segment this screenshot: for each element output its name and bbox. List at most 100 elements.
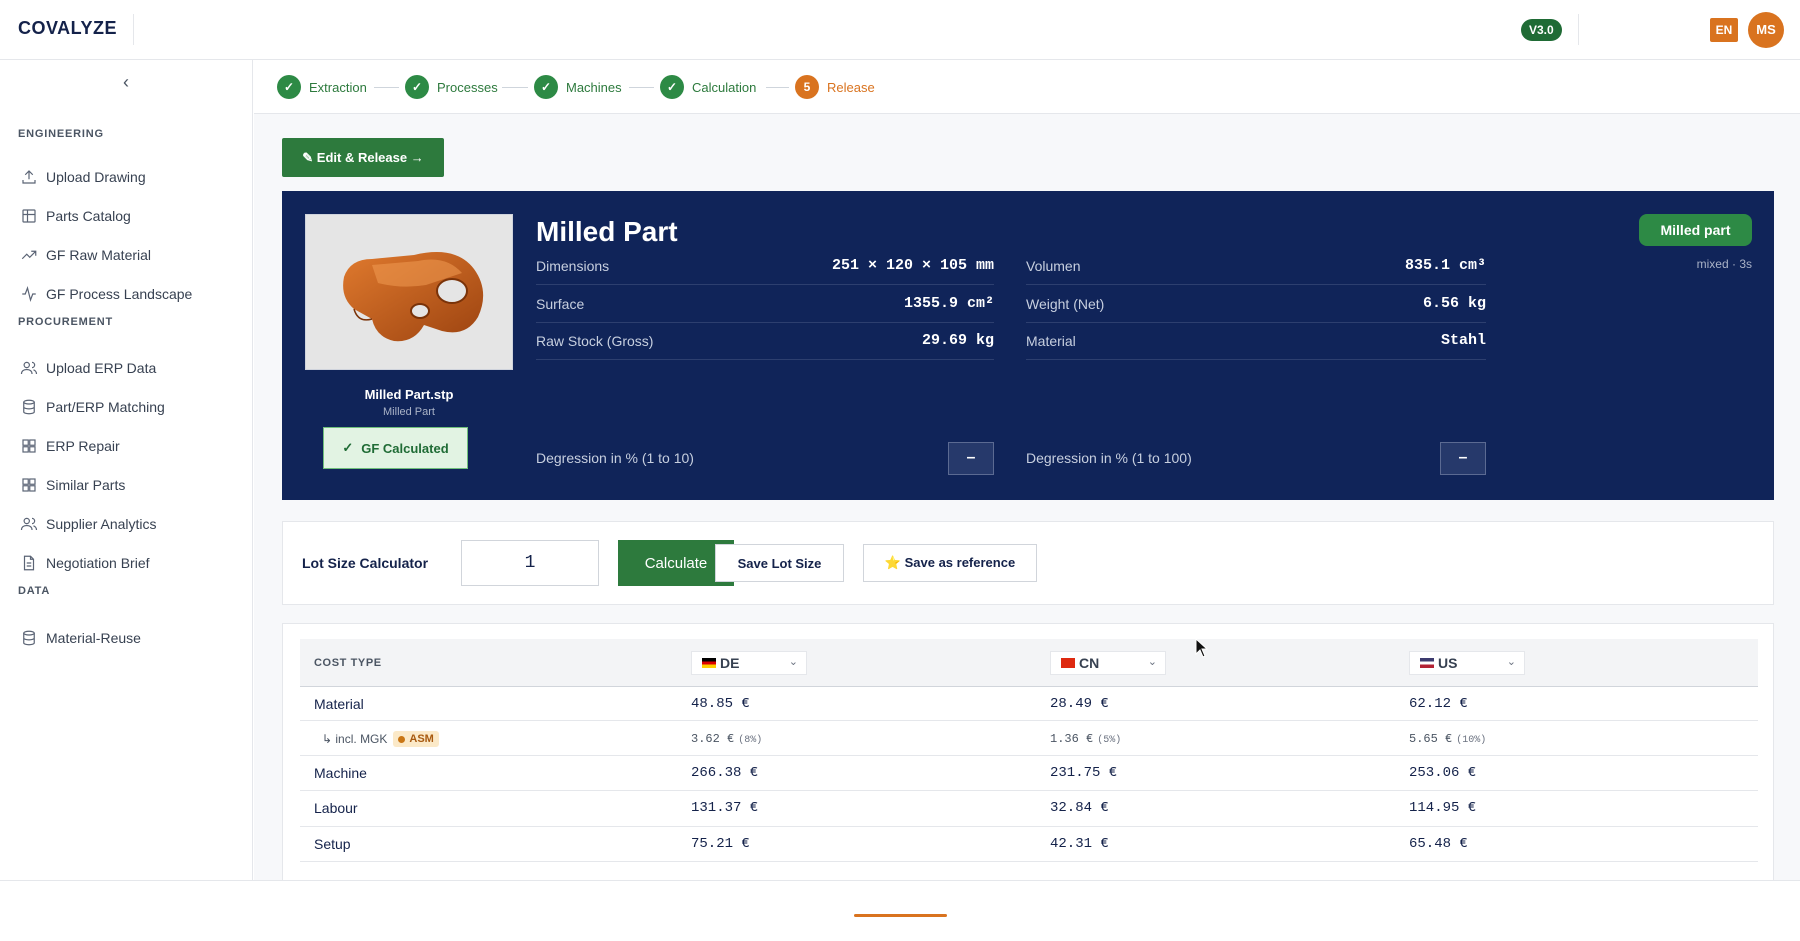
save-lot-size-button[interactable]: Save Lot Size xyxy=(715,544,844,582)
cost-type-text: Machine xyxy=(314,765,367,781)
step-connector xyxy=(629,87,654,88)
step-number-badge: 5 xyxy=(795,75,819,99)
drawer-handle[interactable] xyxy=(854,914,947,917)
cost-value: 1.36 € (5%) xyxy=(1050,732,1121,746)
gf-status-label: GF Calculated xyxy=(361,440,449,456)
cost-table-header: COST TYPE DE ⌄ CN ⌄ US ⌄ xyxy=(300,639,1758,687)
asm-badge-label: ASM xyxy=(409,733,434,745)
property-value: 1355.9 cm² xyxy=(903,295,994,312)
bottom-bar xyxy=(0,880,1800,941)
step-machines[interactable]: ✓ Machines xyxy=(534,75,622,99)
cost-row-setup: Setup 75.21 € 42.31 € 65.48 € xyxy=(300,827,1758,862)
logo-divider xyxy=(133,14,134,45)
sidebar-item-gf-process-landscape[interactable]: GF Process Landscape xyxy=(12,278,240,310)
country-select-us[interactable]: US ⌄ xyxy=(1409,651,1525,675)
cost-type-label: ↳ incl. MGK ASM xyxy=(322,731,439,747)
gf-calculated-badge: ✓ GF Calculated xyxy=(323,427,468,469)
collapse-sidebar-icon[interactable]: ‹ xyxy=(118,72,134,92)
property-row: Material Stahl xyxy=(1026,322,1486,360)
sidebar-item-similar-parts[interactable]: Similar Parts xyxy=(12,469,240,501)
lot-size-input[interactable] xyxy=(461,540,599,586)
part-3d-render xyxy=(343,252,484,342)
country-code: DE xyxy=(720,655,740,671)
cost-amount: 231.75 € xyxy=(1050,765,1118,781)
sidebar-item-material-reuse[interactable]: Material-Reuse xyxy=(12,622,240,654)
edit-release-button[interactable]: ✎ Edit & Release → xyxy=(282,138,444,177)
cost-percentage: (10%) xyxy=(1456,735,1487,746)
flag-icon xyxy=(1420,658,1434,668)
sidebar-item-supplier-analytics[interactable]: Supplier Analytics xyxy=(12,508,240,540)
flag-icon xyxy=(1061,658,1075,668)
sidebar-item-upload-drawing[interactable]: Upload Drawing xyxy=(12,161,240,193)
cost-value: 3.62 € (8%) xyxy=(691,732,762,746)
step-connector xyxy=(766,87,789,88)
top-bar: COVALYZE V3.0 EN MS xyxy=(0,0,1800,60)
property-label: Material xyxy=(1026,332,1076,349)
part-thumbnail[interactable] xyxy=(305,214,513,370)
sidebar-item-label: Material-Reuse xyxy=(46,630,141,646)
cost-row-machine: Machine 266.38 € 231.75 € 253.06 € xyxy=(300,756,1758,791)
degression-large-label: Degression in % (1 to 100) xyxy=(1026,450,1192,466)
property-label: Weight (Net) xyxy=(1026,295,1105,312)
cost-amount: 266.38 € xyxy=(691,765,759,781)
cost-value: 253.06 € xyxy=(1409,765,1476,781)
step-release[interactable]: 5 Release xyxy=(795,75,875,99)
grid-icon xyxy=(12,437,46,455)
sidebar-item-erp-repair[interactable]: ERP Repair xyxy=(12,430,240,462)
property-row: Surface 1355.9 cm² xyxy=(536,285,994,323)
property-value: 251 × 120 × 105 mm xyxy=(831,257,994,274)
trending-icon xyxy=(12,246,46,264)
step-connector xyxy=(374,87,399,88)
step-extraction[interactable]: ✓ Extraction xyxy=(277,75,367,99)
chevron-down-icon: ⌄ xyxy=(788,656,798,668)
step-calculation[interactable]: ✓ Calculation xyxy=(660,75,756,99)
step-label: Extraction xyxy=(309,79,367,95)
property-row: Volumen 835.1 cm³ xyxy=(1026,247,1486,285)
cost-amount: 75.21 € xyxy=(691,836,750,852)
activity-icon xyxy=(12,285,46,303)
cost-value: 48.85 € xyxy=(691,696,750,712)
mouse-cursor-icon xyxy=(1195,638,1209,658)
sidebar-item-part-erp-matching[interactable]: Part/ERP Matching xyxy=(12,391,240,423)
lot-size-calculator: Lot Size Calculator Calculate Save Lot S… xyxy=(282,521,1774,605)
step-processes[interactable]: ✓ Processes xyxy=(405,75,498,99)
degression-large-row: Degression in % (1 to 100) – xyxy=(1026,441,1486,475)
property-label: Dimensions xyxy=(536,257,610,274)
language-button[interactable]: EN xyxy=(1710,18,1738,42)
users-icon xyxy=(12,359,46,377)
cost-value: 114.95 € xyxy=(1409,800,1476,816)
degression-small-toggle[interactable]: – xyxy=(948,441,994,475)
chevron-down-icon: ⌄ xyxy=(1506,656,1516,668)
sidebar-item-label: ERP Repair xyxy=(46,438,120,454)
check-icon: ✓ xyxy=(534,75,558,99)
property-label: Raw Stock (Gross) xyxy=(536,332,654,349)
cost-value: 266.38 € xyxy=(691,765,758,781)
cost-amount: 32.84 € xyxy=(1050,800,1109,816)
save-as-reference-button[interactable]: ⭐ Save as reference xyxy=(863,544,1037,582)
sidebar-item-negotiation-brief[interactable]: Negotiation Brief xyxy=(12,547,240,579)
file-subtitle: Milled Part xyxy=(383,406,435,418)
check-icon: ✓ xyxy=(277,75,301,99)
sidebar-item-gf-raw-material[interactable]: GF Raw Material xyxy=(12,239,240,271)
check-icon: ✓ xyxy=(342,440,354,455)
chevron-down-icon: ⌄ xyxy=(1147,656,1157,668)
country-select-de[interactable]: DE ⌄ xyxy=(691,651,807,675)
sidebar-item-label: Negotiation Brief xyxy=(46,555,150,571)
sidebar-item-parts-catalog[interactable]: Parts Catalog xyxy=(12,200,240,232)
cost-type-text: Setup xyxy=(314,836,351,852)
part-type-detail: mixed · 3s xyxy=(1696,257,1752,271)
user-avatar[interactable]: MS xyxy=(1748,12,1784,48)
sidebar-item-label: Parts Catalog xyxy=(46,208,131,224)
property-value: 835.1 cm³ xyxy=(1404,257,1486,274)
degression-large-toggle[interactable]: – xyxy=(1440,441,1486,475)
top-divider xyxy=(1578,14,1579,45)
sidebar-item-upload-erp-data[interactable]: Upload ERP Data xyxy=(12,352,240,384)
database-icon xyxy=(12,629,46,647)
cost-type-label: Setup xyxy=(314,836,351,852)
sidebar: ‹ ENGINEERING Upload Drawing Parts Catalog… xyxy=(0,60,253,880)
cost-amount: 1.36 € xyxy=(1050,732,1094,746)
app-logo[interactable]: COVALYZE xyxy=(18,18,117,39)
sidebar-item-label: Upload ERP Data xyxy=(46,360,157,376)
property-value: 29.69 kg xyxy=(921,332,994,349)
country-select-cn[interactable]: CN ⌄ xyxy=(1050,651,1166,675)
